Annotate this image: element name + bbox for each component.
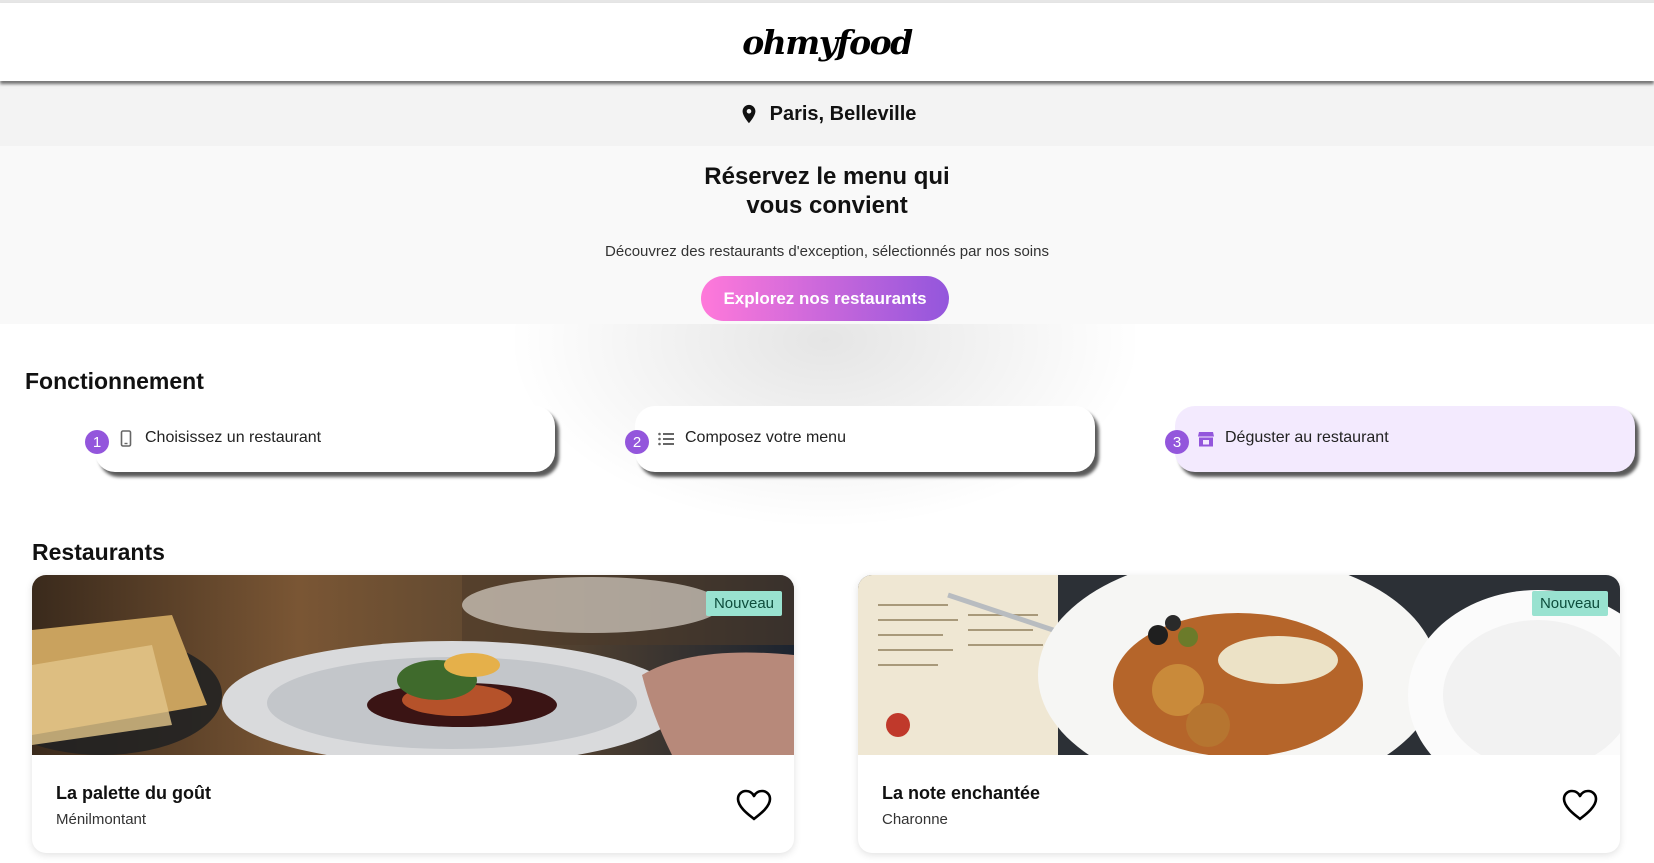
location-bar: Paris, Belleville [0,82,1654,146]
heart-outline-icon[interactable] [736,789,772,822]
hero-title-line1: Réservez le menu qui [704,163,950,190]
step-label: Déguster au restaurant [1225,429,1389,446]
explore-restaurants-button[interactable]: Explorez nos restaurants [701,276,949,321]
restaurant-photo [32,575,794,755]
how-it-works-title: Fonctionnement [25,368,204,394]
step-number-badge: 2 [625,430,649,454]
restaurant-photo [858,575,1620,755]
ohmyfood-logo[interactable]: ohmyfood [742,23,913,62]
storefront-icon [1198,432,1214,447]
step-taste-restaurant[interactable]: 3 Déguster au restaurant [1165,406,1635,472]
restaurant-neighborhood: Charonne [882,811,948,828]
step-label: Choisissez un restaurant [145,429,322,446]
hero-title-line2: vous convient [746,192,908,219]
hero-subtitle: Découvrez des restaurants d'exception, s… [605,243,1049,260]
step-compose-menu[interactable]: 2 Composez votre menu [625,406,1095,472]
restaurant-name: La palette du goût [56,783,211,803]
hero-section: Réservez le menu qui vous convient Décou… [0,146,1654,324]
site-header: ohmyfood [0,3,1654,81]
step-choose-restaurant[interactable]: 1 Choisissez un restaurant [85,406,555,472]
new-badge: Nouveau [705,591,782,616]
restaurant-card[interactable]: Nouveau La note enchantée Charonne [858,575,1620,853]
restaurant-name: La note enchantée [882,783,1041,803]
map-pin-icon [742,104,756,124]
hero-title: Réservez le menu qui vous convient [0,162,1654,220]
restaurant-card[interactable]: Nouveau La palette du goût Ménilmontant [32,575,794,853]
list-icon [658,432,674,446]
step-label: Composez votre menu [685,429,846,446]
step-number-badge: 1 [85,430,109,454]
step-number-badge: 3 [1165,430,1189,454]
restaurant-neighborhood: Ménilmontant [56,811,147,828]
heart-outline-icon[interactable] [1562,789,1598,822]
location-text: Paris, Belleville [769,102,917,125]
smartphone-icon [120,430,132,447]
restaurants-title: Restaurants [32,539,165,565]
new-badge: Nouveau [1531,591,1608,616]
